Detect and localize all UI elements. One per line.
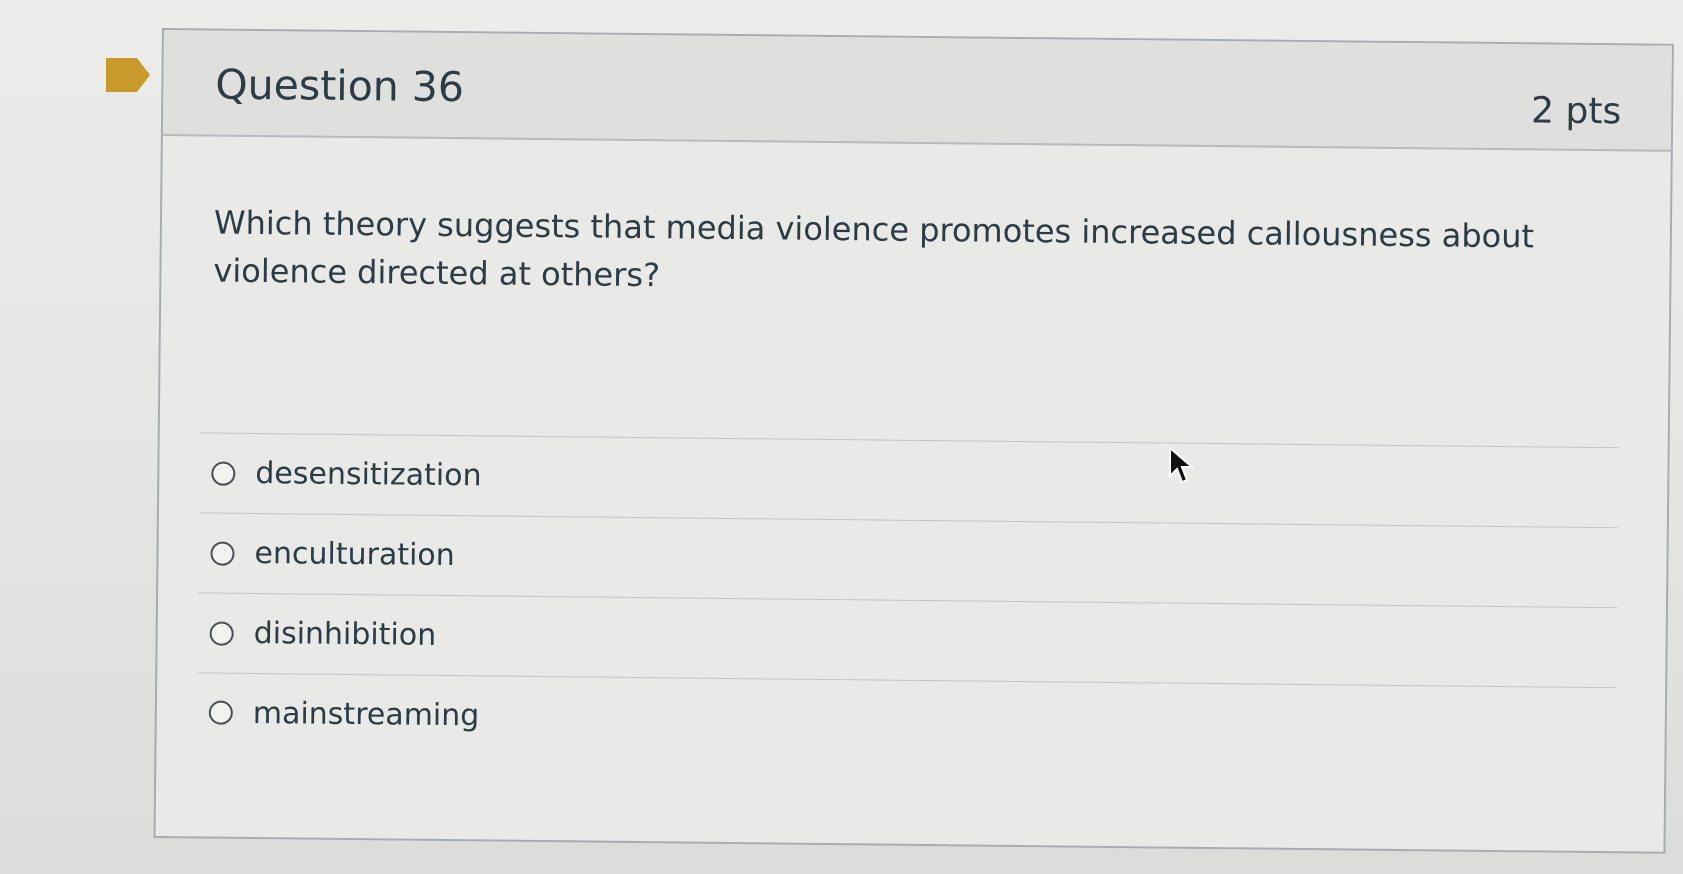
answer-option[interactable]: disinhibition <box>197 592 1619 688</box>
question-title: Question 36 <box>215 60 465 112</box>
mouse-pointer-icon <box>1169 446 1195 484</box>
answer-option[interactable]: desensitization <box>198 432 1620 528</box>
radio-button[interactable] <box>209 621 234 646</box>
answer-label[interactable]: disinhibition <box>253 616 436 653</box>
radio-button[interactable] <box>210 541 235 566</box>
answer-label[interactable]: desensitization <box>255 456 482 493</box>
answer-option[interactable]: enculturation <box>198 512 1619 608</box>
answer-list: desensitization enculturation disinhibit… <box>196 432 1620 768</box>
answer-option[interactable]: mainstreaming <box>196 672 1618 768</box>
answer-label[interactable]: enculturation <box>254 536 455 573</box>
radio-button[interactable] <box>208 700 233 725</box>
question-points: 2 pts <box>1530 90 1622 133</box>
question-text: Which theory suggests that media violenc… <box>213 203 1535 295</box>
quiz-screen: Question 36 2 pts Which theory suggests … <box>0 0 1683 874</box>
question-header: Question 36 2 pts <box>162 30 1672 152</box>
flag-question-icon[interactable] <box>106 58 150 92</box>
answer-label[interactable]: mainstreaming <box>253 695 480 732</box>
question-card: Question 36 2 pts Which theory suggests … <box>153 28 1674 854</box>
radio-button[interactable] <box>211 461 236 486</box>
